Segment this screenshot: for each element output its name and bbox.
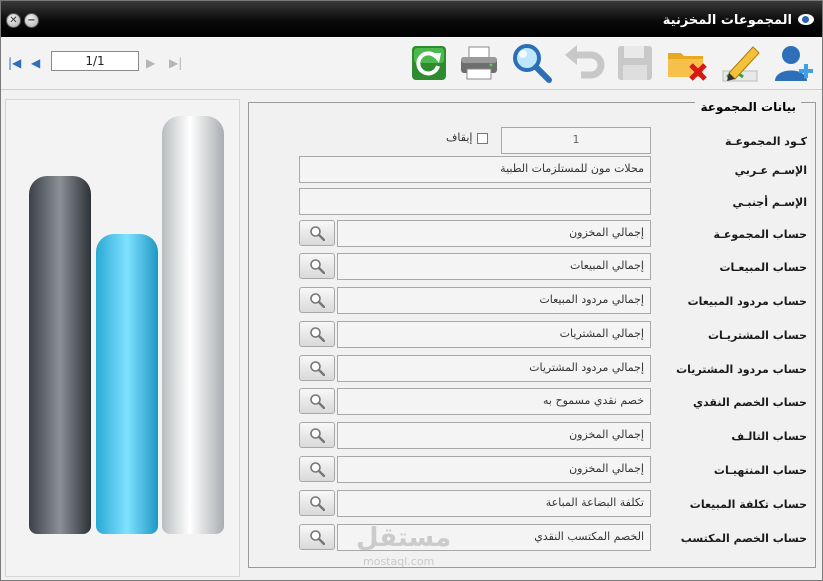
decorative-chart-image <box>5 99 240 577</box>
watermark-url: mostaql.com <box>363 555 435 568</box>
magnifier-icon <box>310 293 325 308</box>
account-lookup-button[interactable] <box>299 355 335 381</box>
account-label: حساب مردود المشتريات <box>676 363 807 376</box>
account-lookup-button[interactable] <box>299 220 335 246</box>
gray-bar <box>29 176 91 534</box>
name-ar-label: الإسـم عـربي <box>734 164 807 177</box>
magnifier-icon <box>310 361 325 376</box>
edit-icon[interactable] <box>719 41 763 85</box>
add-user-icon[interactable] <box>771 41 815 85</box>
account-field[interactable]: إجمالي المخزون <box>337 220 651 247</box>
search-icon[interactable] <box>509 41 553 85</box>
previous-record-icon[interactable]: ◀ <box>31 57 40 69</box>
print-icon[interactable] <box>457 41 501 85</box>
magnifier-icon <box>310 428 325 443</box>
account-label: حساب المشتريـات <box>707 329 807 342</box>
magnifier-icon <box>310 496 325 511</box>
account-lookup-button[interactable] <box>299 422 335 448</box>
account-label: حساب المبيعـات <box>719 261 807 274</box>
refresh-icon[interactable] <box>407 41 451 85</box>
account-field[interactable]: تكلفة البضاعة المباعة <box>337 490 651 517</box>
title-bar: ✕ − المجموعات المخزنية <box>1 1 822 37</box>
account-lookup-button[interactable] <box>299 388 335 414</box>
account-field[interactable]: إجمالي المخزون <box>337 456 651 483</box>
next-record-icon[interactable]: ▶ <box>146 57 155 69</box>
account-field[interactable]: إجمالي مردود المبيعات <box>337 287 651 314</box>
white-bar <box>162 116 224 534</box>
cyan-bar <box>96 234 158 534</box>
last-record-icon[interactable]: ▶| <box>169 57 182 69</box>
account-field[interactable]: إجمالي المشتريات <box>337 321 651 348</box>
eye-icon <box>798 14 814 25</box>
stop-label: إيقاف <box>446 131 473 144</box>
account-field[interactable]: خصم نقدي مسموح به <box>337 388 651 415</box>
account-field[interactable]: إجمالي المخزون <box>337 422 651 449</box>
code-field[interactable]: 1 <box>501 127 651 154</box>
code-label: كـود المجموعـة <box>725 135 807 148</box>
magnifier-icon <box>310 462 325 477</box>
account-lookup-button[interactable] <box>299 524 335 550</box>
save-icon[interactable] <box>613 41 657 85</box>
account-field[interactable]: إجمالي مردود المشتريات <box>337 355 651 382</box>
close-icon[interactable]: ✕ <box>6 13 21 28</box>
account-lookup-button[interactable] <box>299 490 335 516</box>
account-label: حساب مردود المبيعات <box>687 295 807 308</box>
account-lookup-button[interactable] <box>299 456 335 482</box>
toolbar: |◀ ◀ 1/1 ▶ ▶| <box>1 37 822 90</box>
app-window: ✕ − المجموعات المخزنية |◀ ◀ 1/1 ▶ ▶| بيا… <box>0 0 823 581</box>
name-en-label: الإسـم أجنبـي <box>732 196 807 209</box>
account-label: حساب تكلفة المبيعات <box>689 498 807 511</box>
magnifier-icon <box>310 259 325 274</box>
account-field[interactable]: إجمالي المبيعات <box>337 253 651 280</box>
delete-icon[interactable] <box>665 41 709 85</box>
magnifier-icon <box>310 327 325 342</box>
group-data-panel: بيانات المجموعة كـود المجموعـة 1 إيقاف ا… <box>248 100 816 568</box>
magnifier-icon <box>310 394 325 409</box>
minimize-icon[interactable]: − <box>24 13 39 28</box>
undo-icon[interactable] <box>561 41 605 85</box>
group-legend: بيانات المجموعة <box>695 100 801 114</box>
name-en-field[interactable] <box>299 188 651 215</box>
account-label: حساب التالـف <box>731 430 807 443</box>
account-label: حساب الخصم النقدي <box>692 396 807 409</box>
watermark: مستقل <box>356 523 452 553</box>
magnifier-icon <box>310 226 325 241</box>
name-ar-field[interactable]: محلات مون للمستلزمات الطبية <box>299 156 651 183</box>
record-pager[interactable]: 1/1 <box>51 51 139 71</box>
account-label: حساب المنتهيـات <box>713 464 807 477</box>
account-lookup-button[interactable] <box>299 253 335 279</box>
window-title: المجموعات المخزنية <box>662 13 792 28</box>
account-lookup-button[interactable] <box>299 321 335 347</box>
account-lookup-button[interactable] <box>299 287 335 313</box>
account-label: حساب الخصم المكتسب <box>680 532 807 545</box>
stop-checkbox[interactable] <box>477 133 488 144</box>
magnifier-icon <box>310 530 325 545</box>
first-record-icon[interactable]: |◀ <box>8 57 21 69</box>
account-label: حساب المجموعـة <box>713 228 807 241</box>
